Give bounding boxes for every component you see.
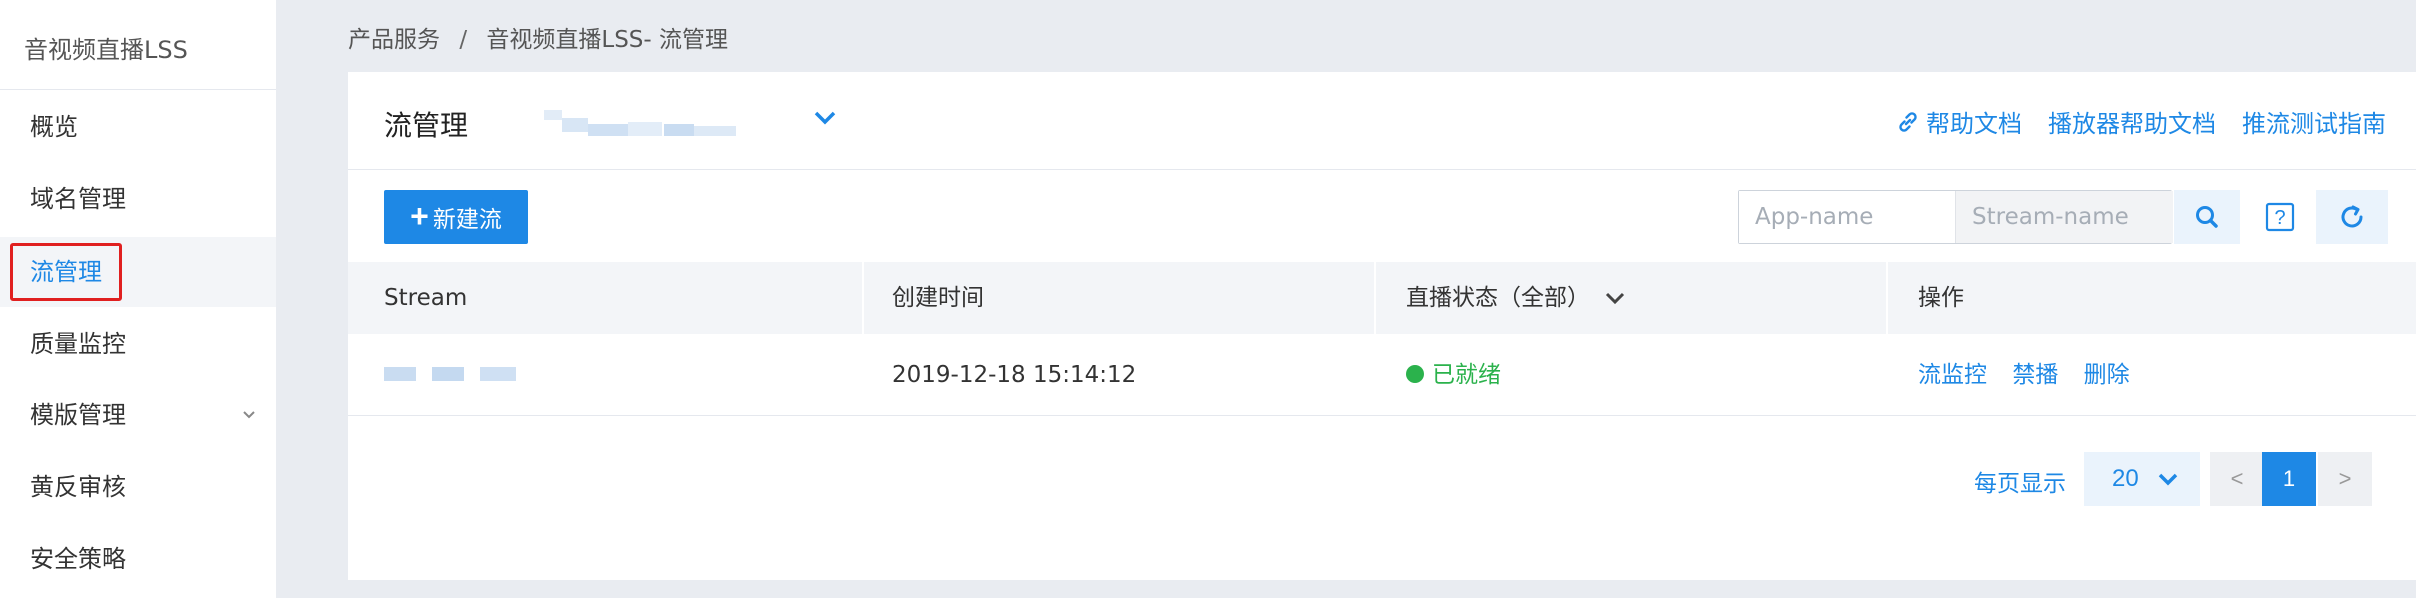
table-row: 2019-12-18 15:14:12 已就绪 流监控 禁播 删除	[348, 334, 2416, 416]
sidebar-item-quality-monitor[interactable]: 质量监控	[0, 309, 276, 379]
sidebar-item-label: 概览	[30, 113, 78, 141]
page-size-value: 20	[2112, 465, 2139, 492]
help-button[interactable]: ?	[2248, 190, 2312, 244]
help-links: 帮助文档 播放器帮助文档 推流测试指南	[1896, 104, 2386, 139]
redacted-stream-segment	[432, 367, 464, 381]
breadcrumb-current: 音视频直播LSS- 流管理	[486, 27, 728, 53]
sidebar-item-label: 安全策略	[30, 545, 126, 573]
breadcrumb: 产品服务 / 音视频直播LSS- 流管理	[348, 20, 728, 54]
active-item-highlight	[10, 243, 122, 301]
page-1-button[interactable]: 1	[2262, 452, 2316, 506]
sidebar-item-label: 域名管理	[30, 185, 126, 213]
redacted-domain-segment	[628, 122, 662, 136]
panel-header: 流管理 帮助文档 播放器帮助文档 推流测试指南	[348, 72, 2416, 170]
redacted-domain-segment	[544, 110, 562, 120]
column-header-status: 直播状态（全部）	[1406, 285, 1590, 311]
stream-name-cell[interactable]	[348, 334, 516, 416]
status-cell: 已就绪	[1370, 334, 1501, 416]
app-name-input[interactable]	[1739, 191, 1955, 243]
link-icon	[1899, 111, 1917, 132]
column-header-stream: Stream	[384, 285, 468, 311]
status-dot-icon	[1406, 364, 1424, 383]
breadcrumb-separator: /	[459, 27, 468, 53]
redacted-domain-segment	[694, 126, 736, 136]
created-time-cell: 2019-12-18 15:14:12	[892, 362, 1137, 388]
redacted-domain-segment	[588, 124, 628, 136]
sidebar-item-label: 质量监控	[30, 330, 126, 358]
new-stream-button[interactable]: + 新建流	[384, 190, 528, 244]
sidebar: 音视频直播LSS 概览 域名管理 流管理 质量监控 模版管理 黄反审核 安全策略	[0, 0, 276, 598]
breadcrumb-root[interactable]: 产品服务	[348, 27, 440, 53]
sidebar-item-overview[interactable]: 概览	[0, 92, 276, 162]
page-size-label: 每页显示	[1974, 471, 2066, 497]
redacted-domain-segment	[664, 124, 694, 136]
next-page-button[interactable]: >	[2318, 452, 2372, 506]
redacted-domain-segment	[562, 118, 588, 132]
page-size-select[interactable]: 20	[2084, 452, 2200, 506]
delete-stream-link[interactable]: 删除	[2084, 362, 2130, 388]
refresh-button[interactable]	[2316, 190, 2388, 244]
sidebar-title: 音视频直播LSS	[0, 0, 276, 90]
search-icon	[2196, 206, 2218, 228]
status-badge: 已就绪	[1432, 362, 1501, 388]
search-button[interactable]	[2174, 190, 2240, 244]
chevron-down-icon	[2158, 473, 2177, 486]
status-filter[interactable]: 直播状态（全部）	[1370, 262, 1626, 334]
sidebar-item-content-review[interactable]: 黄反审核	[0, 452, 276, 522]
push-guide-link[interactable]: 推流测试指南	[2242, 104, 2386, 139]
ban-stream-link[interactable]: 禁播	[2012, 362, 2058, 388]
svg-text:?: ?	[2274, 207, 2285, 229]
sidebar-item-template-management[interactable]: 模版管理	[0, 380, 276, 450]
column-header-created: 创建时间	[892, 285, 984, 311]
plus-icon: +	[410, 197, 429, 234]
page-title: 流管理	[384, 109, 469, 142]
player-help-link[interactable]: 播放器帮助文档	[2048, 104, 2216, 139]
help-docs-link[interactable]: 帮助文档	[1896, 104, 2022, 139]
question-icon: ?	[2265, 202, 2295, 232]
chevron-down-icon	[1605, 292, 1625, 305]
column-header-ops: 操作	[1918, 285, 1964, 311]
help-docs-label: 帮助文档	[1926, 110, 2022, 138]
chevron-down-icon[interactable]	[812, 108, 838, 128]
ops-cell: 流监控 禁播 删除	[1882, 334, 2148, 416]
sidebar-item-security-policy[interactable]: 安全策略	[0, 524, 276, 594]
main-panel: 流管理 帮助文档 播放器帮助文档 推流测试指南 + 新建流 App-name S…	[348, 72, 2416, 580]
redacted-stream-segment	[384, 367, 416, 381]
stream-monitor-link[interactable]: 流监控	[1918, 362, 1987, 388]
new-stream-label: 新建流	[432, 206, 502, 232]
stream-name-input[interactable]	[1955, 191, 2173, 243]
sidebar-item-label: 黄反审核	[30, 473, 126, 501]
prev-page-button[interactable]: <	[2210, 452, 2264, 506]
stream-search-group	[1738, 190, 2173, 244]
refresh-icon	[2341, 205, 2363, 228]
redacted-stream-segment	[480, 367, 516, 381]
sidebar-item-domain-management[interactable]: 域名管理	[0, 164, 276, 234]
sidebar-item-label: 模版管理	[30, 401, 126, 429]
table-header: Stream 创建时间 直播状态（全部） 操作	[348, 262, 2416, 334]
chevron-down-icon	[243, 411, 255, 419]
